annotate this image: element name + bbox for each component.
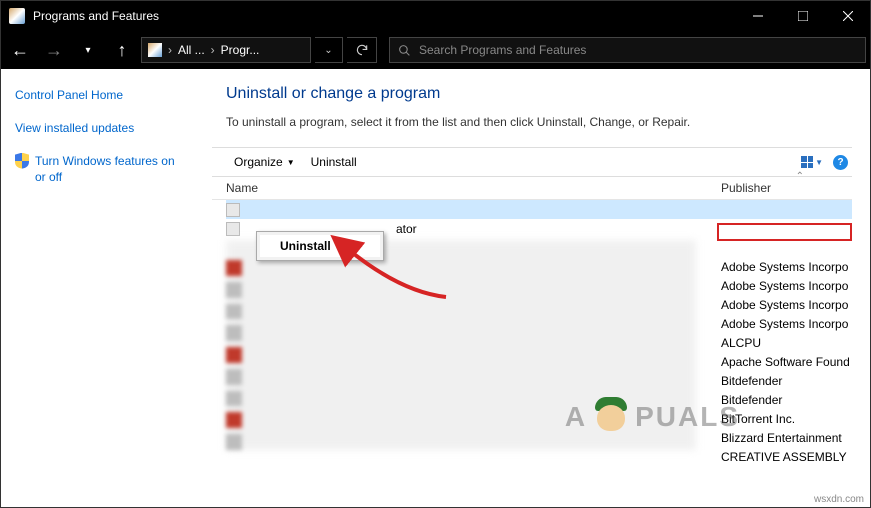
uninstall-button[interactable]: Uninstall [303, 152, 365, 172]
publisher-cell: Apache Software Found [721, 355, 852, 369]
maximize-button[interactable] [780, 1, 825, 31]
page-subtitle: To uninstall a program, select it from t… [226, 115, 852, 129]
content: Control Panel Home View installed update… [1, 69, 870, 507]
row-trailing-text: ator [396, 222, 417, 236]
publisher-cell: Bitdefender [721, 374, 852, 388]
publisher-cell: BitTorrent Inc. [721, 412, 852, 426]
refresh-button[interactable] [347, 37, 377, 63]
chevron-down-icon: ▼ [287, 158, 295, 167]
programs-features-icon [9, 8, 25, 24]
organize-button[interactable]: Organize▼ [226, 152, 303, 172]
cartoon-icon [591, 397, 631, 437]
shield-icon [15, 153, 29, 169]
column-header-row: Name Publisher ⌃ [212, 177, 852, 200]
location-icon [148, 43, 162, 57]
watermark: A PUALS [565, 397, 740, 437]
address-history-button[interactable]: ⌄ [315, 37, 343, 63]
program-icon [226, 203, 240, 217]
publisher-cell: CREATIVE ASSEMBLY [721, 450, 852, 464]
control-panel-home-link[interactable]: Control Panel Home [15, 87, 182, 104]
view-installed-updates-link[interactable]: View installed updates [15, 120, 182, 137]
context-uninstall[interactable]: Uninstall [260, 235, 380, 257]
recent-chevron[interactable]: ▾ [73, 35, 103, 65]
window-title: Programs and Features [33, 9, 735, 23]
search-icon [398, 44, 411, 57]
minimize-button[interactable] [735, 1, 780, 31]
publisher-cell: ALCPU [721, 336, 852, 350]
close-button[interactable] [825, 1, 870, 31]
main-panel: Uninstall or change a program To uninsta… [196, 69, 870, 507]
back-button[interactable]: ← [5, 35, 35, 65]
sidebar: Control Panel Home View installed update… [1, 69, 196, 507]
up-button[interactable]: ↑ [107, 35, 137, 65]
search-box[interactable]: Search Programs and Features [389, 37, 866, 63]
chevron-down-icon: ▼ [815, 158, 823, 167]
crumb-programs[interactable]: Progr... [221, 43, 260, 57]
footer-watermark: wsxdn.com [814, 494, 864, 505]
page-heading: Uninstall or change a program [226, 85, 852, 103]
program-icon [226, 222, 240, 236]
publisher-cell: Blizzard Entertainment [721, 431, 852, 445]
publisher-cell: Adobe Systems Incorpo [721, 260, 852, 274]
chevron-right-icon: › [168, 43, 172, 57]
column-name[interactable]: Name [226, 177, 721, 199]
publisher-cell: Adobe Systems Incorpo [721, 298, 852, 312]
sort-indicator-icon: ⌃ [796, 171, 804, 182]
forward-button[interactable]: → [39, 35, 69, 65]
list-toolbar: Organize▼ Uninstall ▼ ? [212, 147, 852, 177]
view-options-button[interactable]: ▼ [801, 156, 823, 168]
table-row[interactable] [226, 200, 852, 219]
context-menu: Uninstall [256, 231, 384, 261]
publisher-cell: Bitdefender [721, 393, 852, 407]
help-button[interactable]: ? [833, 155, 848, 170]
titlebar: Programs and Features [1, 1, 870, 31]
publisher-cell: Adobe Systems Incorpo [721, 279, 852, 293]
publisher-cell: Adobe Systems Incorpo [721, 317, 852, 331]
crumb-all[interactable]: All ... [178, 43, 205, 57]
address-bar[interactable]: › All ... › Progr... [141, 37, 311, 63]
navbar: ← → ▾ ↑ › All ... › Progr... ⌄ Search Pr… [1, 31, 870, 69]
blurred-icons [226, 260, 246, 450]
windows-features-link[interactable]: Turn Windows features on or off [35, 153, 182, 187]
column-publisher[interactable]: Publisher [721, 177, 852, 199]
search-placeholder: Search Programs and Features [419, 43, 586, 57]
chevron-right-icon: › [211, 43, 215, 57]
